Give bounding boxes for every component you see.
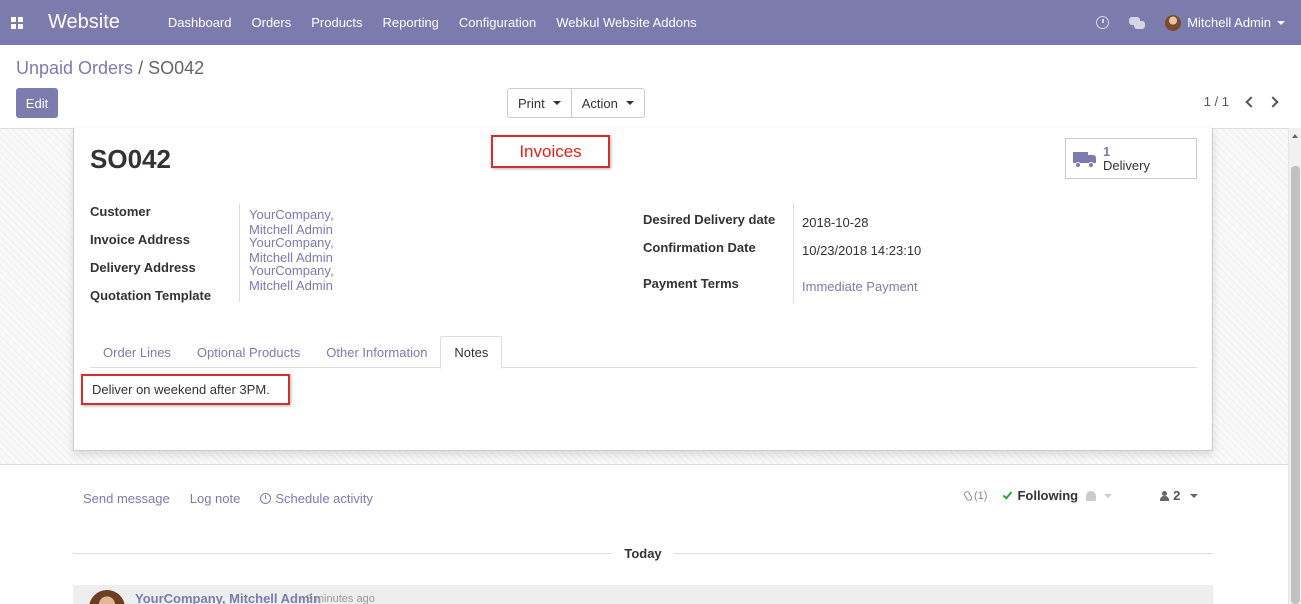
- scroll-up-icon[interactable]: [1292, 134, 1298, 138]
- schedule-activity-button[interactable]: Schedule activity: [260, 491, 373, 506]
- customer-fields: Customer Invoice Address Delivery Addres…: [90, 204, 334, 316]
- action-button[interactable]: Action: [570, 89, 644, 117]
- chatter-topbar: Send message Log note Schedule activity: [83, 491, 393, 506]
- pager-next-icon[interactable]: [1267, 95, 1279, 108]
- delivery-smart-button[interactable]: 1 Delivery: [1065, 138, 1197, 179]
- followers-user-icon[interactable]: [1160, 490, 1170, 501]
- pager-previous-icon[interactable]: [1245, 95, 1257, 108]
- pager-value[interactable]: 1 / 1: [1204, 94, 1229, 109]
- apps-menu-icon[interactable]: [2, 0, 32, 45]
- chevron-down-icon: [552, 101, 561, 105]
- date-separator: Today: [73, 544, 1214, 562]
- page-scrollbar[interactable]: [1288, 128, 1301, 604]
- delivery-stat: 1 Delivery: [1103, 143, 1150, 173]
- order-name: SO042: [90, 144, 171, 174]
- check-icon: [1003, 488, 1013, 500]
- menu-products[interactable]: Products: [311, 15, 362, 30]
- user-menu-name[interactable]: Mitchell Admin: [1187, 15, 1271, 30]
- tab-other-information[interactable]: Other Information: [313, 336, 440, 368]
- confirmation-date-label: Confirmation Date: [643, 240, 756, 255]
- menu-webkul-addons[interactable]: Webkul Website Addons: [556, 15, 696, 30]
- clock-icon: [260, 493, 272, 504]
- breadcrumb-current: SO042: [148, 58, 205, 78]
- main-menu: Dashboard Orders Products Reporting Conf…: [168, 15, 717, 30]
- separator-line: [673, 552, 1214, 554]
- chatter-follow-area: (1) Following 2: [962, 488, 1199, 503]
- desired-delivery-date-value: 2018-10-28: [802, 215, 869, 230]
- message-time: - 3 minutes ago: [299, 593, 375, 604]
- desired-delivery-date-label: Desired Delivery date: [643, 212, 776, 227]
- note-annotation: Deliver on weekend after 3PM.: [81, 374, 290, 405]
- date-fields: Desired Delivery date Confirmation Date …: [643, 203, 921, 304]
- confirmation-date-value: 10/23/2018 14:23:10: [802, 243, 922, 258]
- pager: 1 / 1: [1204, 94, 1279, 109]
- field-divider: [793, 203, 794, 303]
- message-author[interactable]: YourCompany, Mitchell Admin: [135, 591, 321, 604]
- chevron-down-icon[interactable]: [1104, 493, 1113, 498]
- delivery-label: Delivery: [1103, 157, 1150, 173]
- action-button-label: Action: [581, 95, 618, 111]
- breadcrumb-separator: /: [138, 58, 144, 78]
- menu-configuration[interactable]: Configuration: [459, 15, 536, 30]
- note-text: Deliver on weekend after 3PM.: [92, 382, 270, 397]
- schedule-activity-label: Schedule activity: [275, 491, 373, 506]
- payment-terms-label: Payment Terms: [643, 276, 739, 291]
- followers-count[interactable]: 2: [1173, 488, 1180, 503]
- top-navbar: Website Dashboard Orders Products Report…: [0, 0, 1301, 45]
- log-note-button[interactable]: Log note: [190, 491, 241, 506]
- quotation-template-label: Quotation Template: [90, 288, 212, 303]
- messaging-chat-icon[interactable]: [1129, 16, 1146, 29]
- chevron-down-icon: [625, 101, 634, 105]
- chevron-down-icon[interactable]: [1190, 493, 1199, 498]
- message-avatar[interactable]: [89, 590, 125, 604]
- edit-button[interactable]: Edit: [16, 88, 58, 118]
- invoice-address-label: Invoice Address: [90, 232, 190, 247]
- field-divider: [239, 204, 240, 302]
- delivery-address-label: Delivery Address: [90, 260, 196, 275]
- date-separator-label: Today: [624, 545, 662, 561]
- chevron-down-icon[interactable]: [1277, 20, 1285, 25]
- menu-orders[interactable]: Orders: [252, 15, 292, 30]
- print-button[interactable]: Print: [508, 89, 571, 117]
- menu-reporting[interactable]: Reporting: [383, 15, 439, 30]
- payment-terms-value[interactable]: Immediate Payment: [802, 279, 921, 307]
- delivery-address-value[interactable]: YourCompany, Mitchell Admin: [249, 263, 334, 293]
- quotation-template-value: [249, 291, 334, 319]
- tab-notes[interactable]: Notes: [440, 336, 503, 369]
- customer-value[interactable]: YourCompany, Mitchell Admin: [249, 207, 334, 237]
- notebook-tabs: Order Lines Optional Products Other Info…: [90, 336, 1197, 369]
- delivery-count: 1: [1103, 143, 1111, 159]
- breadcrumb: Unpaid Orders / SO042: [16, 58, 204, 79]
- tab-optional-products[interactable]: Optional Products: [184, 336, 313, 368]
- sidebar-button-group: Print Action: [507, 88, 645, 118]
- chatter-message: YourCompany, Mitchell Admin - 3 minutes …: [73, 585, 1213, 604]
- tab-order-lines[interactable]: Order Lines: [90, 336, 184, 368]
- customer-label: Customer: [90, 204, 151, 219]
- print-button-label: Print: [518, 95, 545, 111]
- invoices-annotation: Invoices: [491, 135, 610, 168]
- user-avatar[interactable]: [1165, 14, 1182, 31]
- navbar-systray: Mitchell Admin: [1096, 0, 1285, 45]
- send-message-button[interactable]: Send message: [83, 491, 170, 506]
- bell-icon[interactable]: [1086, 490, 1097, 501]
- following-button[interactable]: Following: [1017, 488, 1078, 503]
- truck-icon: [1073, 150, 1097, 168]
- paperclip-icon[interactable]: [962, 489, 974, 502]
- invoice-address-value[interactable]: YourCompany, Mitchell Admin: [249, 235, 334, 265]
- form-sheet: SO042 Invoices 1 Delivery Customer Invoi…: [73, 128, 1213, 451]
- attachment-count[interactable]: (1): [974, 490, 987, 502]
- separator-line: [73, 552, 613, 554]
- menu-dashboard[interactable]: Dashboard: [168, 15, 232, 30]
- scrollbar-thumb[interactable]: [1291, 166, 1300, 604]
- activity-clock-icon[interactable]: [1096, 16, 1110, 29]
- app-name[interactable]: Website: [48, 11, 120, 34]
- breadcrumb-parent[interactable]: Unpaid Orders: [16, 58, 133, 78]
